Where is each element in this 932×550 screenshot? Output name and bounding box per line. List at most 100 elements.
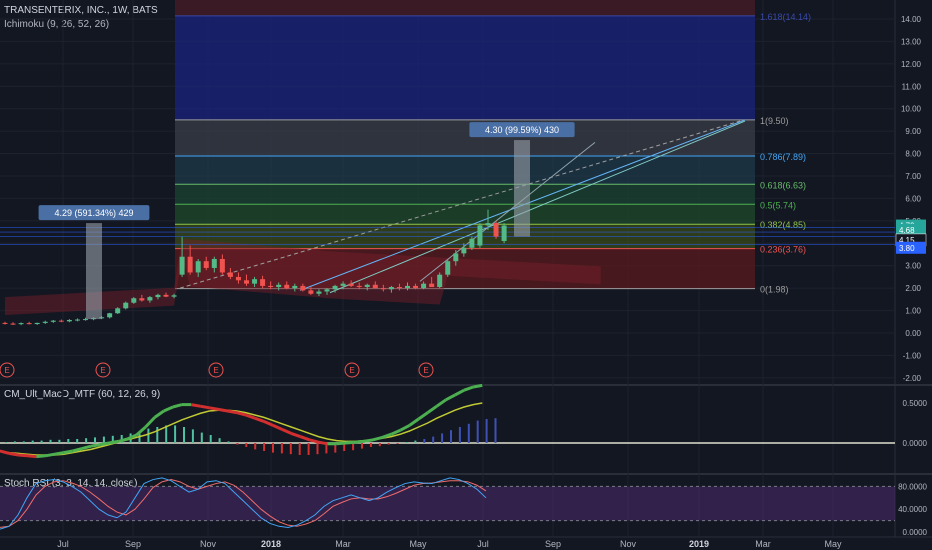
- candle-body: [34, 322, 40, 325]
- x-tick-label: 2018: [261, 539, 281, 549]
- candle-body: [461, 247, 467, 254]
- macd-histogram-bar: [49, 439, 52, 443]
- candle-body: [421, 283, 427, 289]
- macd-histogram-bar: [5, 442, 7, 443]
- macd-histogram-bar: [316, 443, 319, 455]
- macd-histogram-bar: [441, 433, 444, 443]
- candle-body: [485, 223, 491, 226]
- measure-label: 4.30 (99.59%) 430: [485, 125, 559, 135]
- y-tick-label: 14.00: [901, 15, 922, 24]
- earnings-marker-label: E: [100, 366, 105, 375]
- y-tick-label: 7.00: [905, 172, 921, 181]
- macd-line-segment: [408, 417, 420, 427]
- candle-body: [252, 279, 258, 284]
- macd-histogram-bar: [414, 440, 417, 443]
- chart-canvas[interactable]: Jul Sep Nov 2018 Mar May Jul Sep Nov 2019 Mar May 14…: [0, 0, 932, 550]
- macd-line-segment: [153, 409, 165, 419]
- candle-body: [477, 225, 483, 246]
- y-tick-label: 0.0000: [903, 528, 928, 537]
- fib-level-label: 0.382(4.85): [760, 220, 806, 230]
- candle-body: [139, 298, 145, 301]
- macd-histogram-bar: [209, 435, 212, 443]
- candle-body: [429, 283, 435, 288]
- candle-body: [155, 294, 161, 298]
- earnings-marker-label: E: [423, 366, 428, 375]
- x-tick-label: Sep: [545, 539, 561, 549]
- macd-histogram-bar: [174, 425, 177, 443]
- y-tick-label: 1.00: [905, 307, 921, 316]
- macd-line-segment: [18, 453, 28, 458]
- y-tick-label: 2.00: [905, 284, 921, 293]
- macd-histogram-bar: [58, 439, 61, 443]
- y-tick-label: -2.00: [903, 374, 922, 383]
- macd-line-segment: [0, 449, 10, 455]
- fib-level-label: 0.236(3.76): [760, 245, 806, 255]
- y-tick-label: 11.00: [902, 82, 922, 91]
- macd-line-segment: [472, 383, 483, 389]
- macd-line-segment: [390, 428, 402, 436]
- macd-histogram-bar: [94, 437, 96, 443]
- y-tick-label: -1.00: [903, 351, 922, 360]
- stoch-band: [0, 486, 895, 521]
- candle-body: [324, 289, 330, 292]
- macd-line-segment: [299, 435, 310, 442]
- macd-line-segment: [426, 404, 438, 414]
- macd-histogram-bar: [200, 432, 203, 443]
- macd-histogram-bar: [156, 427, 159, 443]
- macd-histogram-bar: [298, 443, 301, 455]
- candle-body: [413, 285, 419, 289]
- macd-line-segment: [363, 438, 374, 443]
- macd-histogram-bar: [387, 443, 390, 445]
- macd-histogram-bar: [280, 443, 283, 454]
- candle-body: [316, 291, 322, 294]
- candle-body: [501, 225, 507, 242]
- candle-body: [123, 302, 129, 309]
- macd-line-segment: [81, 444, 92, 451]
- candle-body: [179, 256, 185, 275]
- y-tick-label: 0.00: [905, 329, 921, 338]
- fib-zone: [175, 119, 755, 157]
- macd-line-segment: [54, 451, 64, 456]
- macd-line-segment: [199, 404, 210, 410]
- measure-label: 4.29 (591.34%) 429: [54, 208, 133, 218]
- macd-line-segment: [318, 440, 328, 446]
- candle-body: [74, 319, 80, 321]
- candle-body: [66, 319, 72, 322]
- macd-line-segment: [463, 385, 474, 392]
- fib-zone: [175, 184, 755, 205]
- macd-line-segment: [272, 424, 283, 431]
- macd-histogram-bar: [361, 443, 363, 449]
- macd-line-segment: [435, 398, 447, 408]
- candle-body: [26, 323, 32, 325]
- macd-line-segment: [218, 407, 228, 413]
- candle-body: [469, 238, 475, 248]
- macd-histogram-bar: [458, 427, 461, 443]
- macd-histogram-bar: [183, 427, 185, 443]
- candle-body: [388, 287, 394, 290]
- macd-histogram-bar: [40, 440, 43, 443]
- macd-signal-line: [0, 402, 483, 456]
- fib-zone-top: [175, 0, 755, 16]
- macd-histogram-bar: [405, 442, 408, 443]
- fib-level-label: 1(9.50): [760, 116, 789, 126]
- macd-histogram-bar: [396, 443, 399, 444]
- y-tick-label: 13.00: [901, 37, 922, 46]
- macd-line-segment: [227, 409, 237, 415]
- macd-line-segment: [27, 454, 37, 459]
- candle-body: [42, 321, 48, 323]
- macd-histogram-bar: [102, 436, 105, 443]
- macd-line-segment: [190, 403, 201, 408]
- candle-body: [195, 261, 201, 273]
- y-tick-label: 0.5000: [903, 399, 928, 408]
- macd-histogram-bar: [378, 443, 381, 447]
- y-tick-label: 8.00: [905, 150, 921, 159]
- candle-body: [147, 297, 153, 301]
- candle-body: [348, 283, 354, 286]
- macd-line-segment: [8, 451, 19, 457]
- fib-zone: [175, 204, 755, 225]
- measure-range: [514, 140, 530, 237]
- macd-histogram-bar: [494, 418, 497, 443]
- macd-histogram-bar: [147, 428, 150, 443]
- candle-body: [171, 295, 177, 297]
- macd-line-segment: [163, 405, 174, 413]
